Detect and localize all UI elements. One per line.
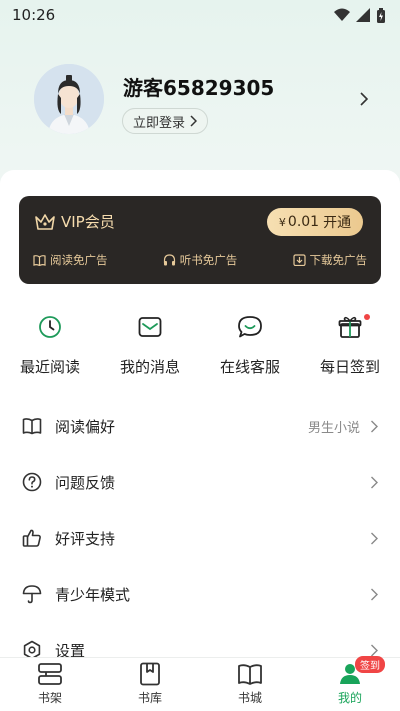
- price-symbol: ¥: [278, 215, 286, 229]
- quick-label: 我的消息: [119, 358, 180, 376]
- quick-label: 在线客服: [219, 358, 280, 376]
- thumbs-up-icon: [22, 529, 41, 547]
- menu-teen-mode[interactable]: 青少年模式: [0, 566, 400, 622]
- chevron-right-icon: [371, 588, 378, 600]
- store-icon: [238, 664, 262, 685]
- checkin-badge: 签到: [355, 656, 385, 673]
- tab-bookshelf[interactable]: 书架: [0, 658, 100, 711]
- tab-label: 我的: [337, 691, 362, 705]
- library-icon: [140, 662, 160, 686]
- menu-feedback[interactable]: 问题反馈: [0, 454, 400, 510]
- book-open-icon: [33, 255, 46, 266]
- status-icons: [334, 7, 386, 23]
- quick-actions: 最近阅读 我的消息 在线客服 每日签到: [0, 310, 400, 390]
- username: 游客65829305: [123, 76, 275, 100]
- quick-recent-reading[interactable]: 最近阅读: [0, 310, 100, 390]
- notification-dot: [364, 314, 370, 320]
- login-label: 立即登录: [133, 115, 186, 131]
- quick-daily-checkin[interactable]: 每日签到: [300, 310, 400, 390]
- tab-bookstore[interactable]: 书城: [200, 658, 300, 711]
- vip-title: VIP会员: [35, 211, 115, 232]
- chevron-right-icon: [371, 532, 378, 544]
- chevron-right-icon: [371, 420, 378, 432]
- profile-chevron-icon[interactable]: [359, 92, 368, 106]
- menu-label: 问题反馈: [55, 473, 116, 492]
- main-card: VIP会员 ¥ 0.01 开通 阅读免广告 听书免广告 下载免广告 最近阅读 我…: [0, 170, 400, 660]
- chevron-right-icon: [190, 115, 198, 127]
- bottom-tab-bar: 书架 书库 书城 签到 我的: [0, 656, 400, 711]
- chevron-right-icon: [371, 644, 378, 656]
- tab-label: 书城: [237, 691, 262, 705]
- wifi-icon: [334, 8, 350, 21]
- menu-reading-preference[interactable]: 阅读偏好 男生小说: [0, 398, 400, 454]
- vip-perk: 阅读免广告: [33, 252, 108, 268]
- quick-label: 每日签到: [319, 358, 380, 376]
- tab-library[interactable]: 书库: [100, 658, 200, 711]
- login-button[interactable]: 立即登录: [122, 108, 209, 134]
- tab-label: 书库: [137, 691, 162, 705]
- headphones-icon: [163, 254, 175, 266]
- book-icon: [22, 418, 42, 435]
- chevron-right-icon: [371, 476, 378, 488]
- download-icon: [292, 254, 306, 266]
- status-bar: 10:26: [0, 0, 400, 30]
- umbrella-icon: [22, 585, 42, 604]
- vip-price: 0.01: [287, 214, 320, 230]
- vip-perk: 听书免广告: [163, 252, 237, 268]
- quick-messages[interactable]: 我的消息: [100, 310, 200, 390]
- menu-label: 阅读偏好: [55, 417, 116, 436]
- avatar[interactable]: [34, 64, 104, 134]
- tab-mine[interactable]: 签到 我的: [300, 656, 400, 711]
- vip-title-label: VIP会员: [61, 213, 115, 231]
- chat-icon: [238, 316, 262, 338]
- vip-banner[interactable]: VIP会员 ¥ 0.01 开通 阅读免广告 听书免广告 下载免广告: [19, 196, 381, 284]
- gift-icon: [338, 316, 362, 338]
- quick-label: 最近阅读: [19, 358, 80, 376]
- menu-label: 青少年模式: [55, 585, 131, 604]
- battery-icon: [377, 7, 385, 23]
- settings-menu: 阅读偏好 男生小说 问题反馈 好评支持 青少年模式 设置: [0, 398, 400, 678]
- shelf-icon: [38, 663, 62, 685]
- crown-icon: [35, 213, 55, 230]
- vip-perk: 下载免广告: [292, 252, 367, 268]
- vip-open-button[interactable]: ¥ 0.01 开通: [267, 208, 363, 236]
- question-icon: [22, 472, 42, 492]
- vip-perks: 阅读免广告 听书免广告 下载免广告: [33, 252, 367, 268]
- mail-icon: [138, 317, 162, 337]
- clock-icon: [39, 316, 61, 338]
- signal-icon: [356, 8, 370, 22]
- quick-customer-service[interactable]: 在线客服: [200, 310, 300, 390]
- menu-label: 好评支持: [55, 529, 116, 548]
- avatar-illustration-icon: [34, 64, 104, 134]
- menu-rate-support[interactable]: 好评支持: [0, 510, 400, 566]
- status-time: 10:26: [12, 6, 56, 24]
- tab-label: 书架: [37, 691, 62, 705]
- menu-value: 男生小说: [307, 420, 360, 436]
- vip-action: 开通: [323, 215, 352, 231]
- profile-header[interactable]: 游客65829305 立即登录: [0, 62, 400, 142]
